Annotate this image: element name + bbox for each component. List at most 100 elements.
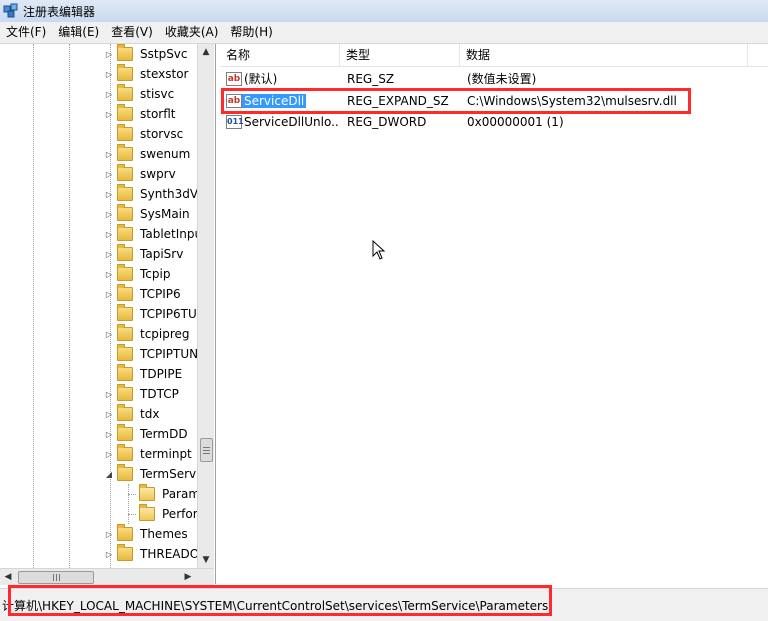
folder-icon	[117, 404, 133, 421]
folder-icon	[117, 284, 133, 301]
menu-view[interactable]: 查看(V)	[105, 22, 159, 43]
tree-item[interactable]: ▷ Tcpip	[104, 264, 172, 284]
tree-item-label: TDPIPE	[140, 367, 183, 381]
expand-arrow-icon[interactable]: ▷	[104, 189, 114, 199]
column-header-type[interactable]: 类型	[340, 44, 460, 66]
folder-icon	[117, 444, 133, 461]
expand-arrow-icon[interactable]: ▷	[104, 109, 114, 119]
string-value-icon: ab	[226, 94, 242, 108]
tree-item[interactable]: ▷ TermDD	[104, 424, 190, 444]
tree-item[interactable]: ▷ storflt	[104, 104, 178, 124]
menu-file[interactable]: 文件(F)	[0, 22, 52, 43]
tree-item-label: TCPIPTUN	[140, 347, 199, 361]
scroll-up-arrow-icon[interactable]: ▲	[198, 44, 214, 60]
tree-guide-line	[69, 44, 70, 568]
tree-item-label: stexstor	[140, 67, 189, 81]
registry-values-list[interactable]: 名称 类型 数据 ab (默认) REG_SZ (数值未设置) ab Servi…	[220, 44, 768, 584]
folder-icon	[117, 304, 133, 321]
value-data: C:\Windows\System32\mulsesrv.dll	[467, 94, 677, 108]
regedit-app-icon	[3, 3, 18, 18]
scroll-left-arrow-icon[interactable]: ◀	[0, 569, 16, 585]
menu-favorites[interactable]: 收藏夹(A)	[159, 22, 225, 43]
tree-item[interactable]: ▷ TDTCP	[104, 384, 181, 404]
expand-arrow-icon[interactable]: ▷	[104, 529, 114, 539]
tree-item[interactable]: ▷ Synth3dVs	[104, 184, 206, 204]
tree-item-label: TermServi	[140, 467, 200, 481]
column-header-data[interactable]: 数据	[460, 44, 748, 66]
folder-icon	[139, 484, 155, 501]
tree-item[interactable]: storvsc	[104, 124, 185, 144]
folder-icon	[117, 544, 133, 561]
string-value-icon: ab	[226, 72, 242, 86]
tree-item[interactable]: ▷ stexstor	[104, 64, 190, 84]
title-bar: 注册表编辑器	[0, 0, 768, 23]
tree-item-label: storflt	[140, 107, 176, 121]
expand-arrow-icon[interactable]: ▷	[104, 69, 114, 79]
tree-item[interactable]: ▷ swenum	[104, 144, 192, 164]
value-row-servicedllunload[interactable]: 011 ServiceDllUnlo... REG_DWORD 0x000000…	[220, 112, 768, 132]
tree-item[interactable]: TDPIPE	[104, 364, 184, 384]
tree-item[interactable]: TCPIP6TU	[104, 304, 199, 324]
expand-arrow-icon[interactable]: ▷	[104, 169, 114, 179]
tree-item[interactable]: ▷ TapiSrv	[104, 244, 185, 264]
tree-item-label: TermDD	[140, 427, 188, 441]
tree-item[interactable]: Param	[128, 484, 203, 504]
expand-arrow-icon[interactable]: ▷	[104, 389, 114, 399]
tree-item[interactable]: ◢ TermServi	[104, 464, 201, 484]
tree-vertical-scrollbar[interactable]: ▲ ▼	[197, 44, 214, 568]
tree-horizontal-scrollbar[interactable]: ◀ ▶	[0, 568, 214, 585]
scroll-right-arrow-icon[interactable]: ▶	[180, 569, 196, 585]
expand-arrow-icon[interactable]: ▷	[104, 89, 114, 99]
tree-item[interactable]: ▷ SysMain	[104, 204, 192, 224]
expand-arrow-icon[interactable]: ▷	[104, 209, 114, 219]
expand-arrow-icon[interactable]: ▷	[104, 249, 114, 259]
tree-item-label: storvsc	[140, 127, 184, 141]
folder-icon	[117, 144, 133, 161]
tree-item[interactable]: ▷ tcpipreg	[104, 324, 192, 344]
expand-arrow-icon[interactable]: ▷	[104, 549, 114, 559]
collapse-arrow-icon[interactable]: ◢	[104, 469, 114, 479]
tree-item[interactable]: ▷ tdx	[104, 404, 161, 424]
folder-icon	[117, 464, 133, 481]
value-name: (默认)	[244, 72, 278, 86]
tree-item[interactable]: ▷ terminpt	[104, 444, 194, 464]
menu-help[interactable]: 帮助(H)	[224, 22, 278, 43]
list-header: 名称 类型 数据	[220, 44, 768, 67]
expand-arrow-icon[interactable]: ▷	[104, 329, 114, 339]
expand-arrow-icon[interactable]: ▷	[104, 289, 114, 299]
expand-arrow-icon[interactable]: ▷	[104, 269, 114, 279]
expand-arrow-icon[interactable]: ▷	[104, 449, 114, 459]
tree-item-label: tcpipreg	[140, 327, 190, 341]
scroll-down-arrow-icon[interactable]: ▼	[198, 552, 214, 568]
tree-item[interactable]: TCPIPTUN	[104, 344, 200, 364]
tree-item-label: THREADO	[140, 547, 200, 561]
value-row-servicedll[interactable]: ab ServiceDll REG_EXPAND_SZ C:\Windows\S…	[220, 91, 768, 111]
tree-item[interactable]: ▷ swprv	[104, 164, 178, 184]
expand-arrow-icon[interactable]: ▷	[104, 49, 114, 59]
tree-item-label: swenum	[140, 147, 191, 161]
expand-arrow-icon[interactable]: ▷	[104, 409, 114, 419]
tree-item[interactable]: ▷ TabletInpu	[104, 224, 204, 244]
expand-arrow-icon[interactable]: ▷	[104, 429, 114, 439]
tree-item[interactable]: ▷ Themes	[104, 524, 190, 544]
registry-key-tree[interactable]: ▷ SstpSvc ▷ stexstor ▷ stisvc ▷ storflt storvsc ▷…	[0, 44, 216, 584]
folder-icon	[117, 44, 133, 61]
column-header-name[interactable]: 名称	[220, 44, 340, 66]
folder-icon	[117, 84, 133, 101]
tree-connector	[104, 369, 114, 379]
folder-icon	[117, 184, 133, 201]
expand-arrow-icon[interactable]: ▷	[104, 149, 114, 159]
tree-item-label: stisvc	[140, 87, 175, 101]
tree-item-label: swprv	[140, 167, 176, 181]
value-name-selected: ServiceDll	[242, 94, 307, 108]
tree-item[interactable]: ▷ THREADO	[104, 544, 201, 564]
menu-edit[interactable]: 编辑(E)	[52, 22, 105, 43]
tree-item[interactable]: Perfor	[128, 504, 200, 524]
hscroll-thumb[interactable]	[18, 571, 94, 584]
value-row-default[interactable]: ab (默认) REG_SZ (数值未设置)	[220, 69, 768, 89]
tree-item[interactable]: ▷ SstpSvc	[104, 44, 190, 64]
tree-item[interactable]: ▷ stisvc	[104, 84, 176, 104]
expand-arrow-icon[interactable]: ▷	[104, 229, 114, 239]
tree-item[interactable]: ▷ TCPIP6	[104, 284, 183, 304]
scroll-thumb[interactable]	[200, 438, 213, 462]
